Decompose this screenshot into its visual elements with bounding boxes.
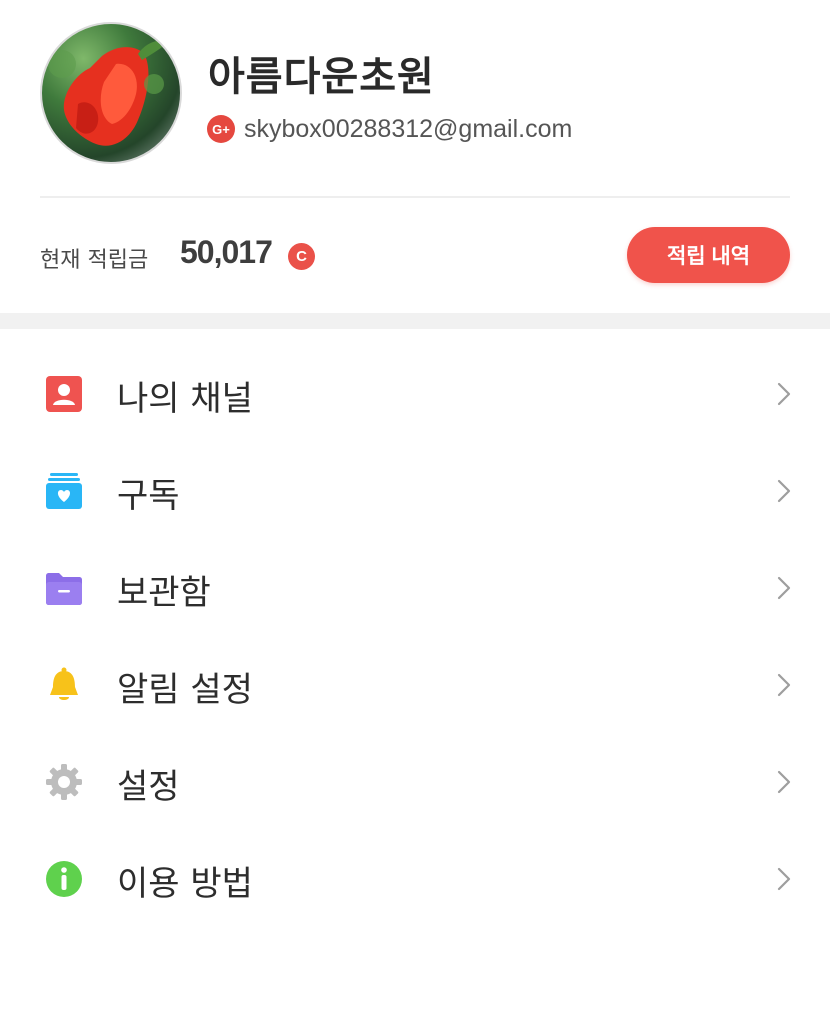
menu-item-subscriptions[interactable]: 구독 <box>0 426 830 523</box>
profile-email: skybox00288312@gmail.com <box>244 114 573 143</box>
menu-list: 나의 채널 구독 보관함 알림 설정 설정 이용 방법 <box>0 329 830 911</box>
coin-icon: C <box>288 243 315 270</box>
menu-item-my-channel[interactable]: 나의 채널 <box>0 329 830 426</box>
menu-item-label: 보관함 <box>117 573 211 613</box>
chevron-right-icon <box>777 673 791 697</box>
subscription-stack-icon <box>46 473 82 509</box>
points-value: 50,017 <box>180 234 273 270</box>
flower-photo <box>48 40 168 146</box>
menu-item-label: 나의 채널 <box>117 379 253 419</box>
menu-item-settings[interactable]: 설정 <box>0 717 830 814</box>
info-icon <box>46 861 82 897</box>
menu-item-label: 설정 <box>117 767 180 807</box>
chevron-right-icon <box>777 867 791 891</box>
menu-item-label: 이용 방법 <box>117 864 253 904</box>
profile-name: 아름다운초원 <box>208 54 435 100</box>
chevron-right-icon <box>777 382 791 406</box>
menu-item-label: 구독 <box>117 476 180 516</box>
chevron-right-icon <box>777 479 791 503</box>
menu-item-label: 알림 설정 <box>117 670 253 710</box>
avatar[interactable] <box>40 22 182 164</box>
menu-item-archive[interactable]: 보관함 <box>0 523 830 620</box>
profile-header: 아름다운초원 G+ skybox00288312@gmail.com <box>0 0 830 198</box>
my-page: 아름다운초원 G+ skybox00288312@gmail.com 현재 적립… <box>0 0 830 1009</box>
points-history-button[interactable]: 적립 내역 <box>627 227 790 283</box>
chevron-right-icon <box>777 770 791 794</box>
google-plus-icon: G+ <box>207 115 235 143</box>
chevron-right-icon <box>777 576 791 600</box>
folder-icon <box>46 573 82 605</box>
bell-icon <box>50 667 78 700</box>
menu-item-notification-settings[interactable]: 알림 설정 <box>0 620 830 717</box>
person-badge-icon <box>46 376 82 412</box>
section-separator <box>0 313 830 329</box>
account-row: G+ skybox00288312@gmail.com <box>207 112 572 146</box>
points-label: 현재 적립금 <box>40 248 149 273</box>
menu-item-how-to-use[interactable]: 이용 방법 <box>0 814 830 911</box>
points-row: 현재 적립금 50,017 C 적립 내역 <box>0 198 830 313</box>
gear-icon <box>46 764 82 800</box>
